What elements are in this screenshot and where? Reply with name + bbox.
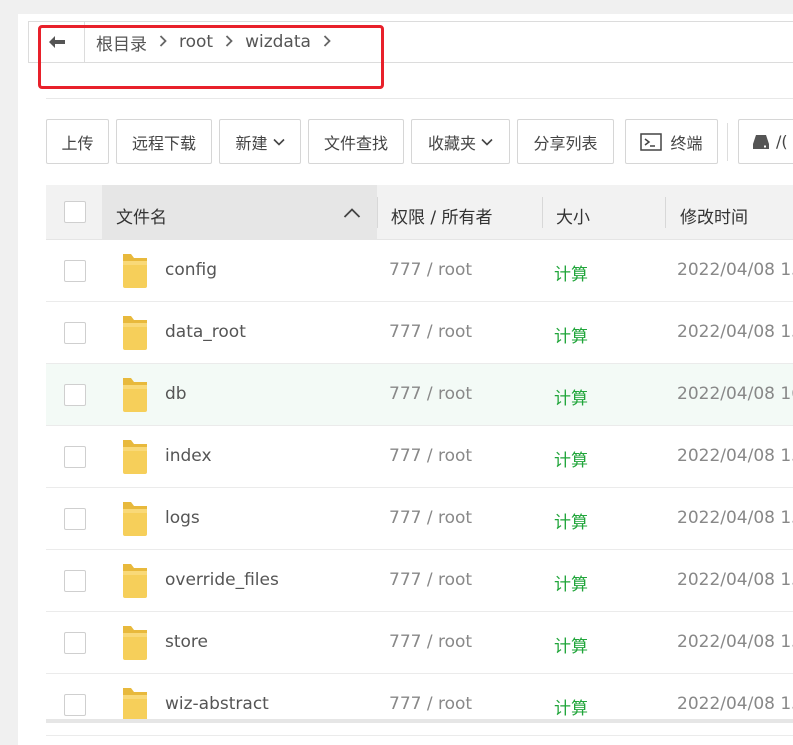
arrow-left-icon — [48, 36, 65, 48]
modified-time: 2022/04/08 15 — [677, 632, 793, 652]
permission-owner[interactable]: 777 / root — [389, 446, 472, 466]
chevron-down-icon — [481, 135, 493, 149]
calculate-size-link[interactable]: 计算 — [554, 570, 588, 595]
calculate-size-link[interactable]: 计算 — [554, 322, 588, 347]
modified-time: 2022/04/08 15 — [677, 260, 793, 280]
folder-icon — [120, 376, 150, 418]
calculate-size-link[interactable]: 计算 — [554, 694, 588, 719]
modified-time: 2022/04/08 15 — [677, 570, 793, 590]
table-row[interactable]: store 777 / root 计算 2022/04/08 15 — [46, 612, 793, 674]
divider — [46, 98, 793, 99]
row-checkbox[interactable] — [64, 694, 86, 716]
file-name-link[interactable]: config — [165, 260, 217, 280]
disk-button[interactable]: /( — [738, 119, 793, 164]
modified-time: 2022/04/08 15 — [677, 694, 793, 714]
new-dropdown-button[interactable]: 新建 — [219, 119, 301, 164]
modified-time: 2022/04/08 16 — [677, 384, 793, 404]
remote-download-button[interactable]: 远程下载 — [116, 119, 212, 164]
folder-icon — [120, 438, 150, 480]
chevron-right-icon — [159, 33, 167, 51]
table-row[interactable]: wiz-abstract 777 / root 计算 2022/04/08 15 — [46, 674, 793, 736]
row-checkbox[interactable] — [64, 260, 86, 282]
terminal-icon — [640, 132, 663, 151]
row-checkbox[interactable] — [64, 446, 86, 468]
calculate-size-link[interactable]: 计算 — [554, 384, 588, 409]
file-name-link[interactable]: override_files — [165, 570, 279, 590]
modified-time: 2022/04/08 15 — [677, 322, 793, 342]
row-checkbox[interactable] — [64, 508, 86, 530]
permission-owner[interactable]: 777 / root — [389, 384, 472, 404]
row-checkbox[interactable] — [64, 570, 86, 592]
modified-time: 2022/04/08 15 — [677, 508, 793, 528]
file-name-link[interactable]: logs — [165, 508, 200, 528]
permission-owner[interactable]: 777 / root — [389, 260, 472, 280]
calculate-size-link[interactable]: 计算 — [554, 632, 588, 657]
horizontal-scrollbar[interactable] — [46, 719, 793, 723]
column-divider[interactable] — [377, 197, 378, 228]
folder-icon — [120, 314, 150, 356]
table-row[interactable]: override_files 777 / root 计算 2022/04/08 … — [46, 550, 793, 612]
toolbar-divider — [727, 123, 728, 161]
breadcrumb-item-root-dir[interactable]: 根目录 — [85, 30, 147, 55]
row-checkbox[interactable] — [64, 384, 86, 406]
disk-label: /( — [776, 132, 788, 151]
table-row[interactable]: db 777 / root 计算 2022/04/08 16 — [46, 364, 793, 426]
row-checkbox[interactable] — [64, 632, 86, 654]
favorites-label: 收藏夹 — [427, 133, 476, 153]
terminal-button[interactable]: 终端 — [625, 119, 718, 164]
chevron-up-icon[interactable] — [343, 204, 361, 223]
remote-download-label: 远程下载 — [131, 133, 196, 153]
calculate-size-link[interactable]: 计算 — [554, 260, 588, 285]
permission-owner[interactable]: 777 / root — [389, 694, 472, 714]
terminal-label: 终端 — [670, 133, 703, 153]
column-divider[interactable] — [665, 197, 666, 228]
column-divider[interactable] — [542, 197, 543, 228]
breadcrumb-item-wizdata[interactable]: wizdata — [234, 32, 311, 52]
file-name-link[interactable]: data_root — [165, 322, 246, 342]
file-name-link[interactable]: wiz-abstract — [165, 694, 269, 714]
breadcrumb: 根目录 root wizdata — [28, 21, 793, 63]
permission-owner[interactable]: 777 / root — [389, 322, 472, 342]
file-name-link[interactable]: db — [165, 384, 187, 404]
select-all-checkbox[interactable] — [64, 201, 86, 223]
permission-owner[interactable]: 777 / root — [389, 508, 472, 528]
chevron-right-icon — [225, 33, 233, 51]
upload-button[interactable]: 上传 — [46, 119, 109, 164]
upload-button-label: 上传 — [61, 133, 94, 153]
table-row[interactable]: index 777 / root 计算 2022/04/08 15 — [46, 426, 793, 488]
permission-owner[interactable]: 777 / root — [389, 570, 472, 590]
table-row[interactable]: config 777 / root 计算 2022/04/08 15 — [46, 240, 793, 302]
header-permission[interactable]: 权限 / 所有者 — [391, 203, 493, 228]
folder-icon — [120, 624, 150, 666]
header-size[interactable]: 大小 — [556, 203, 590, 228]
share-list-button[interactable]: 分享列表 — [517, 119, 614, 164]
file-search-button[interactable]: 文件查找 — [308, 119, 404, 164]
folder-icon — [120, 252, 150, 294]
folder-icon — [120, 562, 150, 604]
chevron-down-icon — [272, 135, 285, 149]
share-list-label: 分享列表 — [533, 133, 598, 153]
modified-time: 2022/04/08 15 — [677, 446, 793, 466]
chevron-right-icon[interactable] — [323, 33, 331, 51]
back-button[interactable] — [29, 22, 85, 62]
table-row[interactable]: logs 777 / root 计算 2022/04/08 15 — [46, 488, 793, 550]
permission-owner[interactable]: 777 / root — [389, 632, 472, 652]
calculate-size-link[interactable]: 计算 — [554, 508, 588, 533]
header-filename[interactable]: 文件名 — [116, 203, 167, 228]
table-header: 文件名 权限 / 所有者 大小 修改时间 — [46, 185, 793, 240]
hard-drive-icon — [752, 134, 770, 150]
file-name-link[interactable]: index — [165, 446, 212, 466]
favorites-dropdown-button[interactable]: 收藏夹 — [411, 119, 510, 164]
file-search-label: 文件查找 — [323, 133, 388, 153]
folder-icon — [120, 500, 150, 542]
calculate-size-link[interactable]: 计算 — [554, 446, 588, 471]
breadcrumb-item-root[interactable]: root — [168, 32, 213, 52]
table-row[interactable]: data_root 777 / root 计算 2022/04/08 15 — [46, 302, 793, 364]
file-name-link[interactable]: store — [165, 632, 208, 652]
new-button-label: 新建 — [235, 133, 268, 153]
header-mtime[interactable]: 修改时间 — [680, 203, 748, 228]
row-checkbox[interactable] — [64, 322, 86, 344]
